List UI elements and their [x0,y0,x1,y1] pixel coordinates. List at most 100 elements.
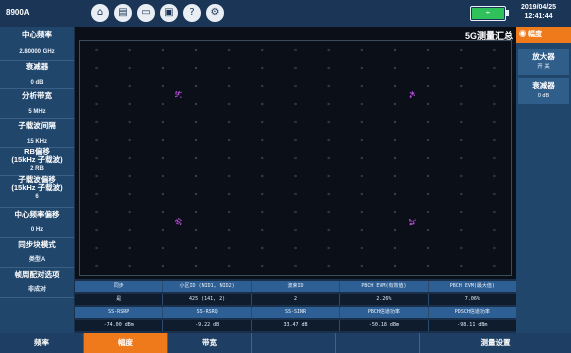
divider [0,88,74,89]
parameter-sidebar: 中心频率 2.80000 GHz 衰减器 0 dB 分析带宽 5 MHz 子载波… [0,27,74,333]
grid-dot [294,228,297,232]
grid-dot [128,264,131,268]
grid-dot [228,246,231,250]
message-icon[interactable]: ▤ [114,4,132,22]
grid-dot [460,138,463,142]
grid-dot [128,48,131,52]
header-cell: SS-SINR [252,307,341,318]
grid-dot [161,84,165,88]
grid-dot [194,102,198,106]
divider [0,237,74,238]
grid-dot [294,264,297,268]
grid-dot [327,66,330,70]
grid-dot [194,48,198,52]
grid-dot [360,246,363,250]
grid-dot [327,156,330,160]
constellation-point [409,218,416,226]
attenuator-button[interactable]: 衰减器 0 dB [518,78,569,104]
grid-dot [294,138,297,142]
sidebar-item-analysis-bandwidth[interactable]: 分析带宽 5 MHz [0,91,74,116]
sidebar-item-subcarrier-spacing[interactable]: 子载波间隔 15 KHz [0,121,74,146]
grid-dot [261,228,264,232]
top-bar: 8900A ⌂ ▤ ▭ ▣ ? ⚙ ⌁ 2019/04/25 12:41:44 [0,0,571,27]
grid-dot [327,228,330,232]
grid-dot [393,48,397,52]
help-icon[interactable]: ? [183,4,201,22]
header-cell: 小区ID (NID1, NID2) [163,281,252,292]
save-icon[interactable]: ▣ [160,4,178,22]
grid-dot [95,102,98,106]
grid-dot [393,264,397,268]
grid-dot [128,66,131,70]
screen-icon[interactable]: ▭ [137,4,155,22]
tab-empty-1[interactable] [252,333,336,353]
grid-dot [327,264,330,268]
grid-dot [460,156,463,160]
grid-dot [493,264,496,268]
grid-dot [261,66,264,70]
grid-dot [327,84,330,88]
value-cell: 2.26% [340,294,429,305]
grid-dot [228,48,231,52]
sidebar-item-rb-offset[interactable]: RB偏移 (15kHz 子载波) 2 RB [0,148,74,173]
value-cell: -74.00 dBm [75,320,164,331]
settings-icon[interactable]: ⚙ [206,4,224,22]
sidebar-item-frame-pairing[interactable]: 帧周配对选项 非成对 [0,270,74,294]
constellation-point [175,91,182,98]
home-icon[interactable]: ⌂ [91,4,109,22]
grid-dot [128,210,131,214]
table-row: 是 425 (141, 2) 2 2.26% 7.06% [75,294,516,305]
header-cell: PBCH EVM(最大值) [449,283,495,289]
grid-dot [493,210,496,214]
tab-measurement-setup[interactable]: 测量设置 [420,333,571,353]
sidebar-item-ssb-pattern[interactable]: 同步块模式 类型A [0,240,74,264]
sidebar-item-value: 类型A [28,257,46,263]
grid-dot [294,156,297,160]
value-cell: 33.47 dB [252,320,341,331]
grid-dot [294,210,297,214]
grid-dot [128,102,131,106]
amplifier-toggle[interactable]: 放大器 开 关 [518,49,569,75]
grid-dot [393,102,397,106]
sidebar-item-value: 15 KHz [26,139,47,145]
grid-dot [261,156,264,160]
tab-amplitude[interactable]: 幅度 [84,333,168,353]
grid-dot [294,120,297,124]
header-cell: SS-RSRP [75,307,164,318]
grid-dot [228,228,231,232]
grid-dot [294,174,297,178]
tab-empty-2[interactable] [336,333,420,353]
grid-dot [360,66,363,70]
grid-dot [261,246,264,250]
sidebar-item-label: 子载波偏移 (15kHz 子载波) [11,175,63,192]
sidebar-item-value: 2.80000 GHz [19,49,55,55]
sidebar-item-value: 非成对 [27,287,46,293]
sidebar-item-label: 子载波间隔 [18,121,56,130]
tab-bandwidth[interactable]: 带宽 [168,333,252,353]
sidebar-item-label: 帧周配对选项 [14,270,60,279]
grid-dot [460,246,463,250]
grid-dot [95,66,98,70]
grid-dot [261,120,264,124]
right-panel: ◉ 幅度 放大器 开 关 衰减器 0 dB [516,27,571,333]
grid-dot [393,246,397,250]
tab-frequency[interactable]: 频率 [0,333,84,353]
sidebar-item-center-frequency-offset[interactable]: 中心频率偏移 0 Hz [0,210,74,234]
grid-dot [95,48,98,52]
sidebar-item-subcarrier-offset[interactable]: 子载波偏移 (15kHz 子载波) 6 [0,176,74,201]
grid-dot [128,156,131,160]
grid-dot [426,102,430,106]
grid-dot [393,138,397,142]
sidebar-item-attenuator[interactable]: 衰减器 0 dB [0,62,74,87]
grid-dot [426,84,430,88]
grid-dot [161,66,165,70]
divider [0,60,74,61]
grid-dot [493,138,496,142]
value-cell: -50.18 dBm [340,320,429,331]
sidebar-item-center-frequency[interactable]: 中心频率 2.80000 GHz [0,30,74,56]
grid-dot [194,246,198,250]
model-label: 8900A [6,8,30,17]
grid-dot [261,102,264,106]
grid-dot [460,192,463,196]
grid-dot [161,228,165,232]
